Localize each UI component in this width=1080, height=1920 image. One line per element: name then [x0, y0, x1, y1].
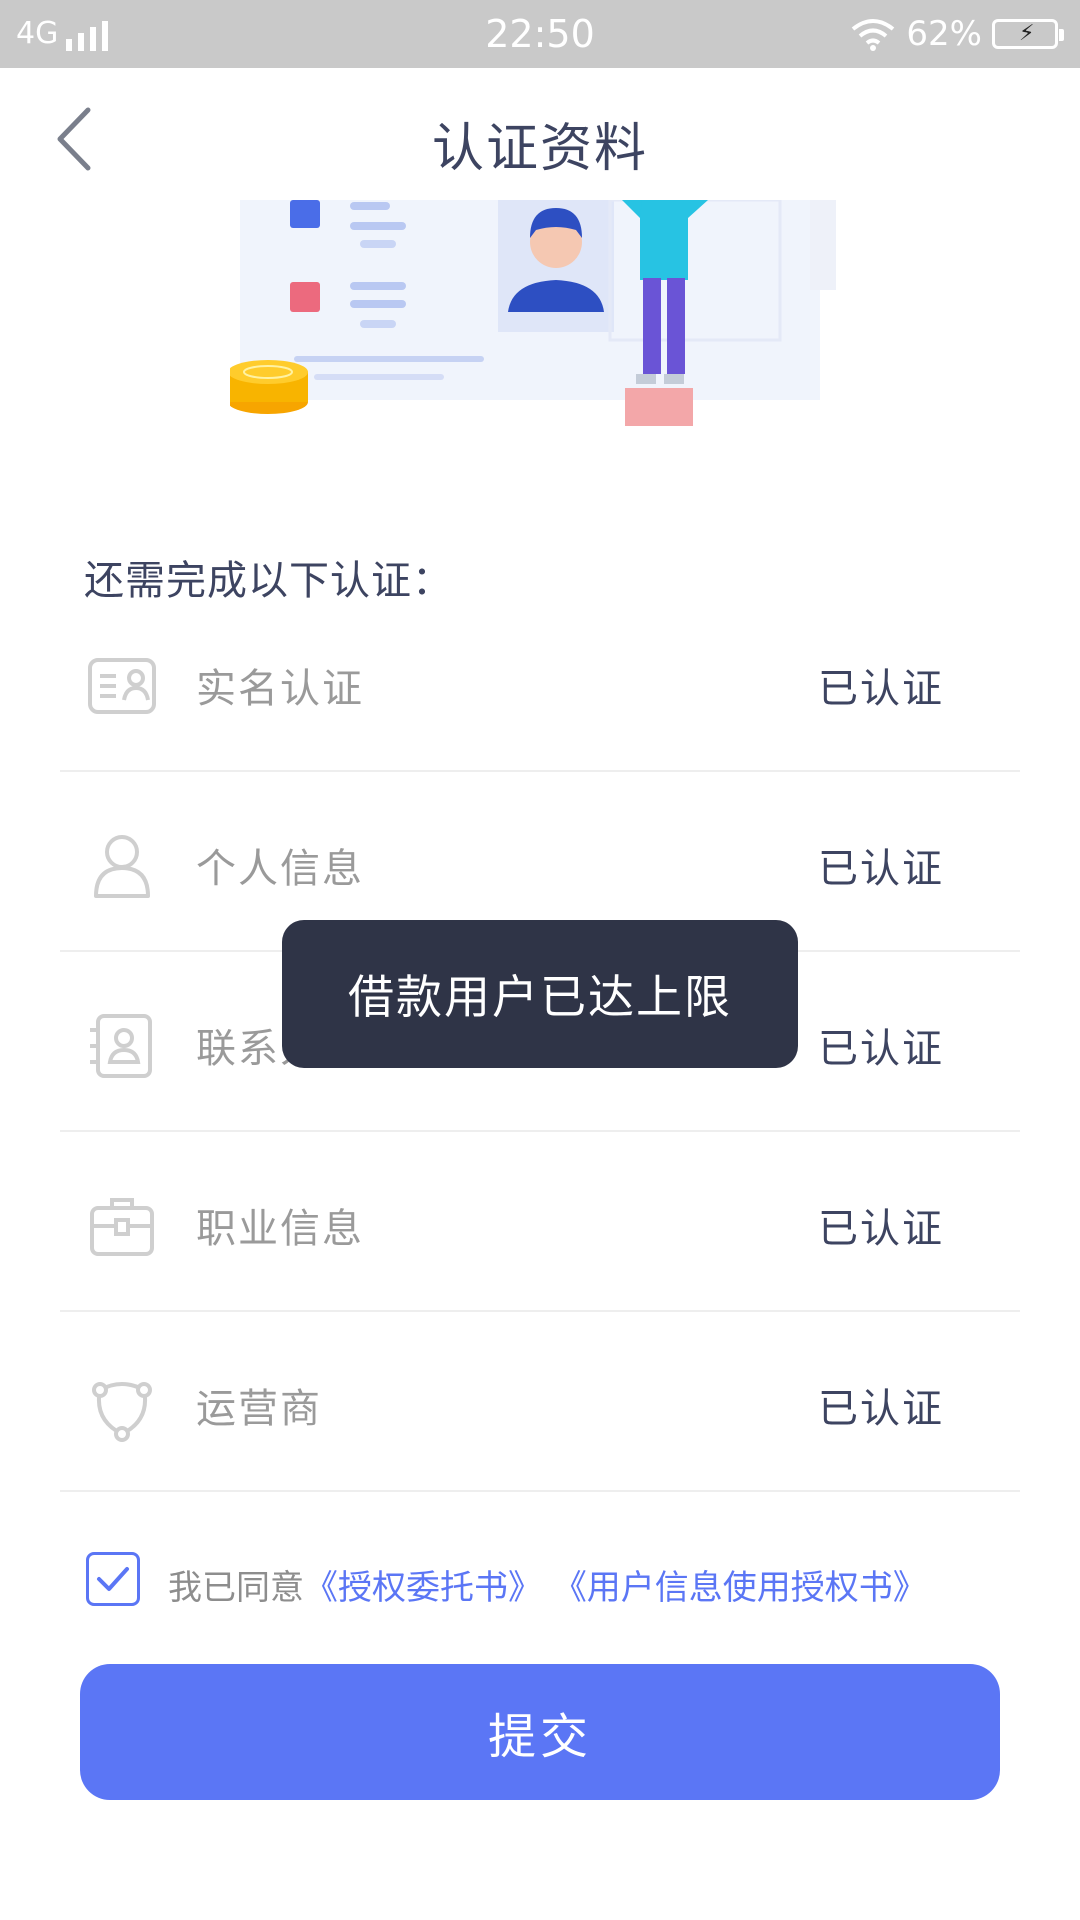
nav-bar: 认证资料	[0, 68, 1080, 198]
verify-item-label: 个人信息	[196, 846, 364, 892]
network-icon	[92, 1382, 152, 1442]
verify-item-status: 已认证	[818, 666, 944, 712]
status-bar: 4G 22:50 62% ⚡	[0, 0, 1080, 68]
toast-message: 借款用户已达上限	[282, 920, 798, 1068]
wifi-icon	[852, 19, 895, 51]
contact-card-icon	[90, 1014, 152, 1078]
agreement-text: 我已同意《授权委托书》 《用户信息使用授权书》	[168, 1560, 927, 1609]
user-info-authorization-link[interactable]: 《用户信息使用授权书》	[553, 1568, 927, 1608]
user-icon	[94, 835, 150, 898]
verify-item-real-name[interactable]: 实名认证 已认证	[60, 592, 1020, 772]
verify-item-label: 运营商	[196, 1386, 322, 1432]
agreement-prefix: 我已同意	[168, 1568, 304, 1608]
status-icons: 62% ⚡	[850, 14, 1064, 54]
verify-item-status: 已认证	[818, 846, 944, 892]
verify-item-status: 已认证	[818, 1026, 944, 1072]
checkmark-icon	[97, 1567, 129, 1591]
verify-item-carrier[interactable]: 运营商 已认证	[60, 1312, 1020, 1492]
verification-illustration	[230, 200, 836, 426]
verify-item-status: 已认证	[818, 1386, 944, 1432]
agreement-row: 我已同意《授权委托书》 《用户信息使用授权书》	[86, 1550, 1046, 1610]
verify-item-label: 实名认证	[196, 666, 364, 712]
agreement-checkbox[interactable]	[86, 1552, 140, 1606]
submit-button[interactable]: 提交	[80, 1664, 1000, 1800]
verify-item-status: 已认证	[818, 1206, 944, 1252]
authorization-letter-link[interactable]: 《授权委托书》	[304, 1568, 542, 1608]
verify-item-label: 职业信息	[196, 1206, 364, 1252]
briefcase-icon	[90, 1198, 154, 1256]
battery-percent: 62%	[906, 14, 982, 54]
battery-icon: ⚡	[992, 19, 1064, 49]
verify-item-occupation[interactable]: 职业信息 已认证	[60, 1132, 1020, 1312]
id-card-icon	[88, 658, 156, 714]
page-title: 认证资料	[431, 119, 648, 179]
